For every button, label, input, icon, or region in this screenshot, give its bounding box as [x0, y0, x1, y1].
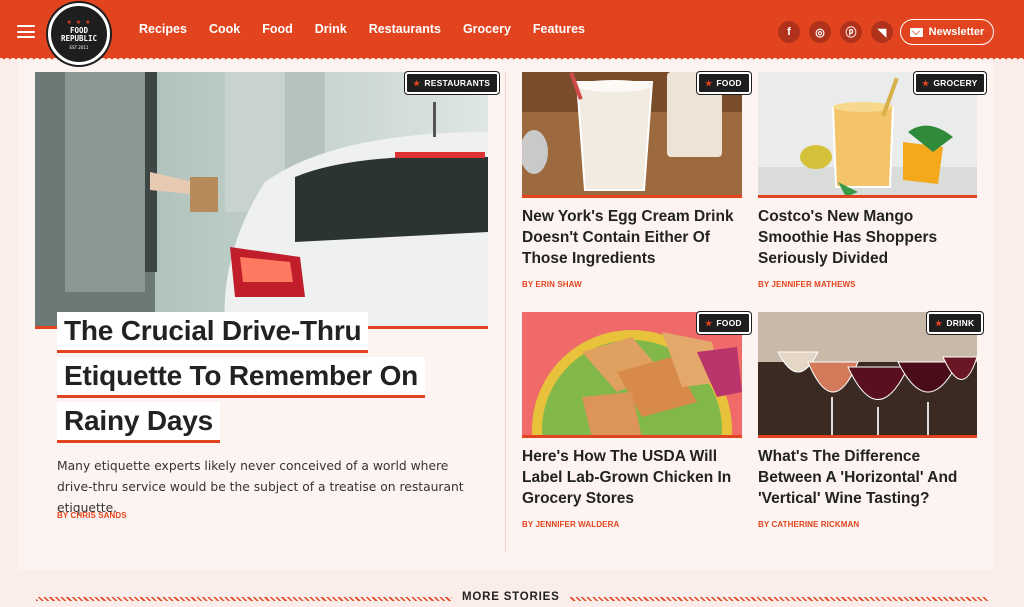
more-stories-divider: MORE STORIES: [0, 585, 1024, 607]
category-tag-drink[interactable]: ★ DRINK: [927, 312, 984, 334]
newsletter-button[interactable]: Newsletter: [900, 19, 994, 45]
star-icon: ★: [922, 78, 930, 88]
newsletter-label: Newsletter: [928, 26, 985, 38]
nav-item-cook[interactable]: Cook: [209, 22, 240, 36]
category-tag-restaurants[interactable]: ★ RESTAURANTS: [405, 72, 500, 94]
hero-description: Many etiquette experts likely never conc…: [57, 459, 464, 515]
rss-icon[interactable]: ◥: [871, 21, 893, 43]
category-tag-grocery[interactable]: ★ GROCERY: [914, 72, 987, 94]
article-headline[interactable]: What's The Difference Between A 'Horizon…: [758, 446, 980, 509]
category-tag-food[interactable]: ★ FOOD: [697, 72, 751, 94]
hero-image[interactable]: [35, 72, 488, 329]
nav-item-recipes[interactable]: Recipes: [139, 22, 187, 36]
logo-est: EST 2011: [69, 44, 89, 50]
nav-item-drink[interactable]: Drink: [315, 22, 347, 36]
more-stories-label: MORE STORIES: [452, 591, 570, 603]
hero-headline[interactable]: The Crucial Drive-Thru Etiquette To Reme…: [57, 312, 426, 443]
article-byline[interactable]: BY JENNIFER MATHEWS: [758, 280, 856, 289]
nav-item-grocery[interactable]: Grocery: [463, 22, 511, 36]
pinterest-icon[interactable]: ⓟ: [840, 21, 862, 43]
logo-stars: ★ ★ ★: [66, 18, 92, 26]
site-logo[interactable]: ★ ★ ★ FOOD REPUBLIC EST 2011: [48, 3, 110, 65]
article-headline[interactable]: New York's Egg Cream Drink Doesn't Conta…: [522, 206, 744, 269]
logo-text-line2: REPUBLIC: [60, 33, 98, 43]
star-icon: ★: [705, 78, 713, 88]
article-byline[interactable]: BY CATHERINE RICKMAN: [758, 520, 859, 529]
menu-icon[interactable]: [17, 25, 35, 38]
envelope-icon: [909, 27, 923, 37]
social-links: f ◎ ⓟ ◥: [778, 21, 902, 43]
hero-headline-block[interactable]: The Crucial Drive-Thru Etiquette To Reme…: [57, 308, 477, 443]
article-headline[interactable]: Here's How The USDA Will Label Lab-Grown…: [522, 446, 744, 509]
hero-byline[interactable]: BY CHRIS SANDS: [57, 511, 127, 520]
facebook-icon[interactable]: f: [778, 21, 800, 43]
article-headline[interactable]: Costco's New Mango Smoothie Has Shoppers…: [758, 206, 980, 269]
column-divider: [505, 72, 506, 552]
star-icon: ★: [705, 318, 713, 328]
instagram-icon[interactable]: ◎: [809, 21, 831, 43]
nav-item-features[interactable]: Features: [533, 22, 585, 36]
star-icon: ★: [935, 318, 943, 328]
article-byline[interactable]: BY ERIN SHAW: [522, 280, 582, 289]
nav-item-food[interactable]: Food: [262, 22, 293, 36]
nav-item-restaurants[interactable]: Restaurants: [369, 22, 441, 36]
article-byline[interactable]: BY JENNIFER WALDERA: [522, 520, 619, 529]
main-nav: Recipes Cook Food Drink Restaurants Groc…: [128, 0, 596, 58]
star-icon: ★: [413, 78, 421, 88]
category-tag-food[interactable]: ★ FOOD: [697, 312, 751, 334]
